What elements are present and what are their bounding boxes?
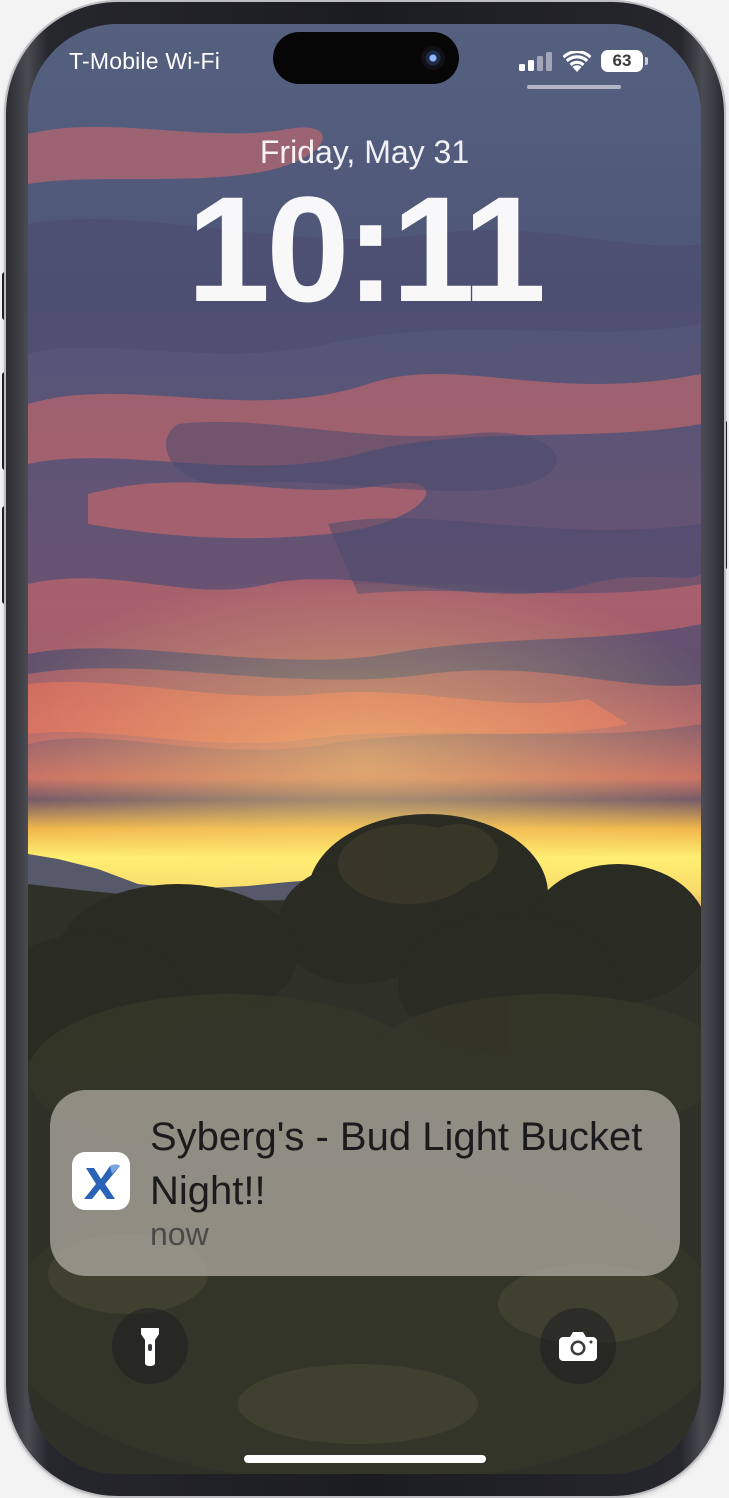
notification-card[interactable]: Syberg's - Bud Light Bucket Night!! now (50, 1090, 680, 1276)
home-indicator[interactable] (244, 1455, 486, 1463)
wifi-icon (563, 50, 591, 72)
front-camera-icon (421, 46, 445, 70)
control-center-indicator[interactable] (527, 85, 621, 89)
notification-title: Syberg's - Bud Light Bucket Night!! (150, 1115, 643, 1213)
battery-level: 63 (612, 51, 632, 70)
flashlight-button[interactable] (112, 1308, 188, 1384)
carrier-label: T-Mobile Wi-Fi (69, 48, 221, 74)
flashlight-icon (141, 1328, 159, 1366)
x-logo-icon (72, 1152, 130, 1210)
status-icons: 63 (519, 50, 648, 72)
app-logo-graphic (84, 1164, 120, 1199)
camera-button[interactable] (540, 1308, 616, 1384)
lock-screen-time: 10:11 (186, 165, 546, 333)
cellular-signal-icon (519, 52, 552, 71)
camera-icon (559, 1332, 597, 1361)
notification-timestamp: now (150, 1216, 209, 1252)
battery-icon: 63 (601, 50, 648, 72)
dynamic-island (273, 32, 459, 84)
phone-mockup: T-Mobile Wi-Fi 63 Friday, May 31 10:11 S… (0, 0, 729, 1498)
battery-nub (645, 57, 648, 65)
lock-screen[interactable]: T-Mobile Wi-Fi 63 Friday, May 31 10:11 S… (28, 24, 701, 1474)
